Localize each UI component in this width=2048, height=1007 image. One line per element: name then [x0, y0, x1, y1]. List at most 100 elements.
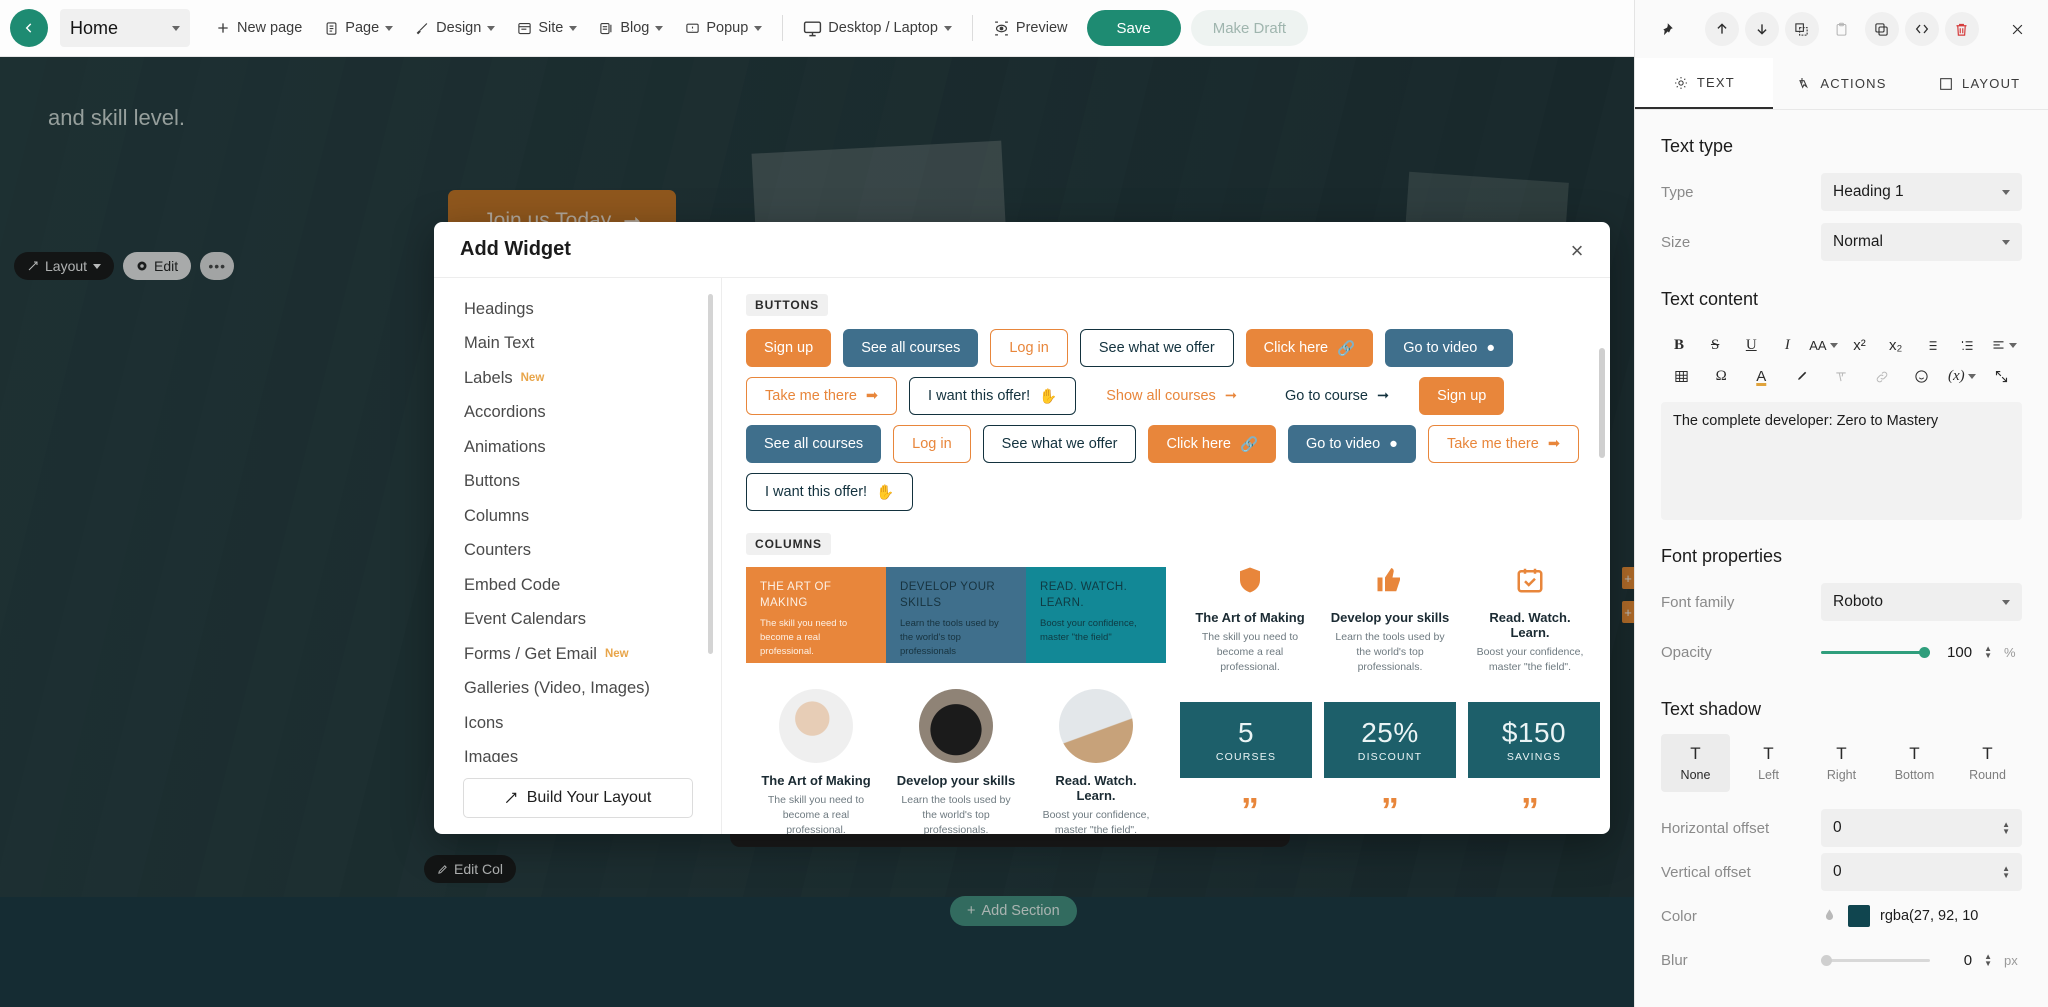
font-family-select[interactable]: Roboto — [1821, 583, 2022, 621]
color-column-1[interactable]: THE ART OF MAKING The skill you need to … — [746, 567, 886, 663]
tab-layout[interactable]: LAYOUT — [1910, 58, 2048, 109]
preview-button-show-all-courses[interactable]: Show all courses ➞ — [1088, 377, 1255, 415]
widget-item-forms[interactable]: Forms / Get Email New — [464, 637, 721, 672]
delete-icon[interactable] — [1944, 12, 1979, 46]
type-select[interactable]: Heading 1 — [1821, 173, 2022, 211]
font-size-button[interactable]: AA — [1805, 332, 1841, 360]
bullet-list-button[interactable] — [1914, 332, 1950, 360]
close-icon[interactable] — [2000, 12, 2034, 46]
page-selector[interactable]: Home — [60, 9, 190, 47]
stat-discount[interactable]: 25% DISCOUNT — [1324, 701, 1456, 778]
opacity-stepper[interactable]: ▲ ▼ — [1984, 645, 1992, 660]
superscript-button[interactable]: x² — [1841, 332, 1877, 360]
quote-columns-preview[interactable]: ” ” ” — [1180, 792, 1600, 827]
stat-courses[interactable]: 5 COURSES — [1180, 701, 1312, 778]
preview-button-log-in[interactable]: Log in — [990, 329, 1068, 367]
widget-item-buttons[interactable]: Buttons — [464, 465, 721, 500]
align-button[interactable] — [1986, 332, 2022, 360]
emoji-button[interactable] — [1902, 363, 1942, 391]
preview-button-take-me-there-2[interactable]: Take me there ➡ — [1427, 425, 1579, 463]
move-up-icon[interactable] — [1704, 12, 1739, 46]
icon-column-3[interactable]: Read. Watch. Learn. Boost your confidenc… — [1460, 565, 1600, 676]
preview-button-see-all-courses-2[interactable]: See all courses — [746, 425, 882, 463]
size-select[interactable]: Normal — [1821, 223, 2022, 261]
variable-button[interactable]: (x) — [1942, 363, 1982, 391]
widget-item-images[interactable]: Images — [464, 741, 721, 762]
color-column-2[interactable]: DEVELOP YOUR SKILLS Learn the tools used… — [886, 567, 1026, 663]
link-button[interactable] — [1862, 363, 1902, 391]
page-menu[interactable]: Page — [313, 8, 404, 48]
new-page-button[interactable]: New page — [204, 8, 313, 48]
preview-button[interactable]: Preview — [982, 8, 1079, 48]
icon-columns-preview[interactable]: The Art of Making The skill you need to … — [1180, 565, 1600, 676]
color-columns-preview[interactable]: THE ART OF MAKING The skill you need to … — [746, 567, 1166, 663]
shadow-preset-bottom[interactable]: T Bottom — [1880, 734, 1949, 792]
photo-column-3[interactable]: Read. Watch. Learn. Boost your confidenc… — [1026, 689, 1166, 834]
special-character-button[interactable]: Ω — [1701, 363, 1741, 391]
widget-item-event-calendars[interactable]: Event Calendars — [464, 603, 721, 638]
icon-column-2[interactable]: Develop your skills Learn the tools used… — [1320, 565, 1460, 676]
highlight-button[interactable] — [1781, 363, 1821, 391]
blog-menu[interactable]: Blog — [588, 8, 674, 48]
shadow-preset-none[interactable]: T None — [1661, 734, 1730, 792]
eyedropper-icon[interactable] — [1821, 908, 1838, 925]
widget-item-galleries[interactable]: Galleries (Video, Images) — [464, 672, 721, 707]
widget-item-headings[interactable]: Headings — [464, 292, 721, 327]
pin-icon[interactable] — [1649, 12, 1683, 46]
opacity-slider[interactable] — [1821, 646, 1931, 658]
shadow-preset-right[interactable]: T Right — [1807, 734, 1876, 792]
widget-preview-pane[interactable]: BUTTONS Sign up See all courses Log in S… — [722, 278, 1610, 834]
subscript-button[interactable]: x₂ — [1878, 332, 1914, 360]
clear-format-button[interactable] — [1821, 363, 1861, 391]
bold-button[interactable]: B — [1661, 332, 1697, 360]
preview-button-see-what-we-offer[interactable]: See what we offer — [1079, 329, 1234, 367]
strikethrough-button[interactable]: S — [1697, 332, 1733, 360]
tab-actions[interactable]: ACTIONS — [1773, 58, 1911, 109]
preview-button-go-to-video[interactable]: Go to video ● — [1385, 329, 1514, 367]
preview-button-see-what-we-offer-2[interactable]: See what we offer — [982, 425, 1137, 463]
numbered-list-button[interactable] — [1950, 332, 1986, 360]
site-menu[interactable]: Site — [506, 8, 588, 48]
blur-slider-knob[interactable] — [1821, 954, 1832, 966]
preview-button-sign-up[interactable]: Sign up — [746, 329, 832, 367]
device-selector[interactable]: Desktop / Laptop — [792, 8, 963, 48]
widget-item-accordions[interactable]: Accordions — [464, 396, 721, 431]
preview-button-sign-up-2[interactable]: Sign up — [1419, 377, 1505, 415]
make-draft-button[interactable]: Make Draft — [1190, 10, 1309, 46]
widget-item-counters[interactable]: Counters — [464, 534, 721, 569]
photo-column-2[interactable]: Develop your skills Learn the tools used… — [886, 689, 1026, 834]
save-button[interactable]: Save — [1086, 10, 1181, 46]
shadow-preset-round[interactable]: T Round — [1953, 734, 2022, 792]
preview-button-take-me-there[interactable]: Take me there ➡ — [746, 377, 898, 415]
widget-item-icons[interactable]: Icons — [464, 706, 721, 741]
shadow-preset-left[interactable]: T Left — [1734, 734, 1803, 792]
preview-button-go-to-video-2[interactable]: Go to video ● — [1288, 425, 1416, 463]
horizontal-offset-stepper[interactable]: ▲ ▼ — [2002, 821, 2010, 836]
stats-columns-preview[interactable]: 5 COURSES 25% DISCOUNT $150 SAVINGS — [1180, 701, 1600, 778]
duplicate-icon[interactable] — [1864, 12, 1899, 46]
widget-item-embed-code[interactable]: Embed Code — [464, 568, 721, 603]
build-your-layout-button[interactable]: Build Your Layout — [462, 778, 693, 818]
preview-scrollbar[interactable] — [1599, 348, 1605, 458]
widget-list-scroll[interactable]: Headings Main Text Labels New Accordions … — [434, 278, 721, 762]
shadow-color-value[interactable]: rgba(27, 92, 10 — [1880, 908, 1978, 924]
vertical-offset-input[interactable]: 0 ▲ ▼ — [1821, 853, 2022, 891]
preview-button-i-want-this-offer-2[interactable]: I want this offer! ✋ — [746, 473, 914, 511]
preview-button-go-to-course[interactable]: Go to course ➞ — [1267, 377, 1407, 415]
widget-item-labels[interactable]: Labels New — [464, 361, 721, 396]
font-color-button[interactable]: A — [1741, 363, 1781, 391]
italic-button[interactable]: I — [1769, 332, 1805, 360]
widget-item-main-text[interactable]: Main Text — [464, 327, 721, 362]
cut-icon[interactable] — [1784, 12, 1819, 46]
color-column-3[interactable]: READ. WATCH. LEARN. Boost your confidenc… — [1026, 567, 1166, 663]
blur-value[interactable]: 0 — [1942, 952, 1972, 969]
text-content-textarea[interactable]: The complete developer: Zero to Mastery — [1661, 402, 2022, 520]
horizontal-offset-input[interactable]: 0 ▲ ▼ — [1821, 809, 2022, 847]
shadow-color-swatch[interactable] — [1848, 905, 1870, 927]
widget-list-scrollbar[interactable] — [708, 294, 713, 654]
blur-slider[interactable] — [1821, 954, 1931, 966]
popup-menu[interactable]: Popup — [674, 8, 773, 48]
underline-button[interactable]: U — [1733, 332, 1769, 360]
icon-column-1[interactable]: The Art of Making The skill you need to … — [1180, 565, 1320, 676]
blur-stepper[interactable]: ▲ ▼ — [1984, 953, 1992, 968]
